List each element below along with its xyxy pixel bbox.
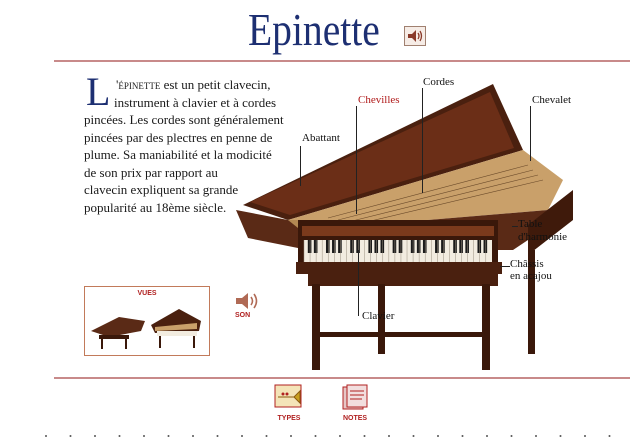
speaker-icon <box>408 30 423 42</box>
pointer-chevalet <box>530 106 531 161</box>
page-title: Epinette <box>248 4 380 55</box>
black-key <box>368 240 372 253</box>
label-clavier: Clavier <box>362 310 395 322</box>
label-cordes: Cordes <box>423 76 455 88</box>
border-dot <box>118 435 121 437</box>
black-key <box>392 240 397 253</box>
border-dot <box>314 435 317 437</box>
notes-label: NOTES <box>342 415 368 422</box>
border-dot <box>69 435 72 437</box>
pointer-chevilles <box>356 106 357 214</box>
border-dot <box>241 435 243 437</box>
border-dot <box>608 435 611 437</box>
border-dot <box>559 435 562 437</box>
border-dot <box>45 435 47 437</box>
label-table-line2: d'harmonie <box>518 231 568 243</box>
top-divider <box>54 60 630 62</box>
black-key <box>325 240 330 253</box>
black-key <box>459 240 463 253</box>
black-key <box>313 240 318 253</box>
pointer-chassis <box>500 266 510 267</box>
black-key <box>483 240 488 253</box>
black-key <box>416 240 421 253</box>
sound-label: SON <box>235 312 251 319</box>
intro-lead: 'épinette <box>116 77 161 92</box>
black-key <box>435 240 439 253</box>
border-dot <box>290 435 292 437</box>
black-key <box>350 240 354 253</box>
black-key <box>338 240 342 253</box>
black-key <box>374 240 379 253</box>
label-chevilles: Chevilles <box>358 94 400 106</box>
pointer-abattant <box>300 146 301 186</box>
border-dot <box>535 435 537 437</box>
border-dot <box>486 435 488 437</box>
label-chassis-line2: en acajou <box>510 270 552 282</box>
border-dot <box>363 435 366 437</box>
bottom-divider <box>54 377 630 379</box>
pointer-clavier <box>358 250 359 316</box>
border-dot <box>388 435 390 437</box>
label-table-line1: Table <box>518 218 543 230</box>
border-dot <box>339 435 341 437</box>
black-key <box>332 240 336 253</box>
trumpet-icon <box>274 384 302 408</box>
border-dot <box>265 435 268 437</box>
types-label: TYPES <box>277 415 301 422</box>
border-dot <box>94 435 96 437</box>
spinet-thumbnails <box>91 309 201 349</box>
label-chevalet: Chevalet <box>532 94 572 106</box>
title-speaker-button[interactable] <box>404 26 426 46</box>
drop-cap: L <box>86 69 111 114</box>
types-button[interactable]: TYPES <box>272 383 306 423</box>
views-title: VUES <box>137 290 157 297</box>
border-dot <box>461 435 464 437</box>
border-dot <box>412 435 415 437</box>
bottom-dot-border <box>45 435 611 437</box>
border-dot <box>216 435 219 437</box>
black-key <box>441 240 445 253</box>
black-key <box>398 240 403 253</box>
border-dot <box>437 435 439 437</box>
border-dot <box>510 435 513 437</box>
border-dot <box>143 435 145 437</box>
speaker-icon <box>236 293 258 309</box>
black-key <box>410 240 415 253</box>
pointer-table <box>512 226 518 227</box>
pointer-cordes <box>422 88 423 193</box>
black-key <box>307 240 312 253</box>
border-dot <box>192 435 194 437</box>
black-key <box>422 240 427 253</box>
black-key <box>477 240 482 253</box>
views-panel[interactable]: VUES <box>84 286 210 356</box>
black-key <box>380 240 385 253</box>
black-key <box>465 240 469 253</box>
black-key <box>453 240 457 253</box>
border-dot <box>167 435 170 437</box>
border-dot <box>584 435 586 437</box>
label-chassis-line1: Châssis <box>510 258 544 270</box>
notes-icon <box>342 384 368 410</box>
notes-button[interactable]: NOTES <box>338 383 372 423</box>
label-abattant: Abattant <box>302 132 340 144</box>
